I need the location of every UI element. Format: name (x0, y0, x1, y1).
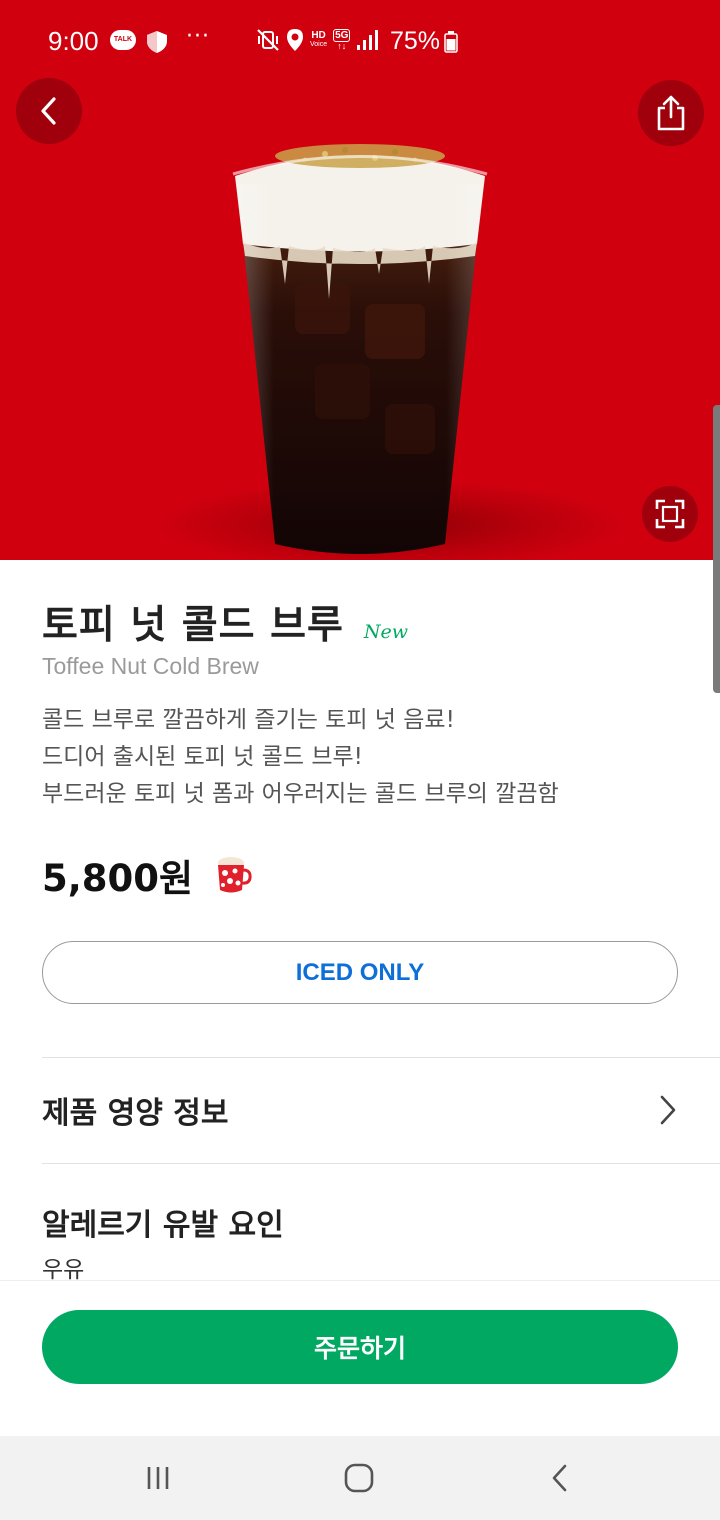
divider (42, 1163, 720, 1164)
back-nav-icon (552, 1464, 567, 1492)
battery-percent: 75% (390, 27, 441, 55)
allergy-info-label: 알레르기 유발 요인 (42, 1208, 284, 1243)
allergy-info-value: 우유 (42, 1257, 85, 1280)
battery-icon (444, 31, 458, 53)
nutrition-info-label: 제품 영양 정보 (42, 1096, 229, 1131)
5g-icon: 5G ↑↓ (333, 29, 351, 51)
location-icon (287, 29, 303, 51)
expand-image-button[interactable] (642, 486, 698, 542)
edge-panel-handle[interactable] (713, 405, 720, 693)
system-nav-bar (0, 1436, 720, 1520)
recent-apps-icon (147, 1467, 169, 1489)
product-price: 5,800원 (42, 857, 194, 900)
product-hero (0, 0, 720, 560)
holiday-mug-icon (218, 857, 252, 893)
home-icon (344, 1463, 374, 1493)
product-name: 토피 넛 콜드 브루 (42, 603, 344, 648)
status-time: 9:00 (48, 26, 99, 56)
back-nav-button[interactable] (520, 1436, 600, 1520)
description-line: 부드러운 토피 넛 폼과 어우러지는 콜드 브루의 깔끔함 (42, 781, 559, 807)
back-button[interactable] (16, 78, 82, 144)
product-description: 콜드 브루로 깔끔하게 즐기는 토피 넛 음료! 드디어 출시된 토피 넛 콜드… (42, 702, 559, 813)
description-line: 콜드 브루로 깔끔하게 즐기는 토피 넛 음료! (42, 707, 455, 733)
nutrition-info-row[interactable]: 제품 영양 정보 (42, 1058, 678, 1162)
status-icons: HD Voice 5G ↑↓ (256, 28, 379, 52)
recent-apps-button[interactable] (118, 1436, 198, 1520)
more-notifications-icon: ··· (186, 24, 210, 49)
price-row: 5,800원 (42, 848, 253, 902)
shield-icon (147, 31, 167, 53)
mute-vibrate-icon (257, 29, 279, 51)
share-icon (657, 95, 685, 131)
product-title-row: 토피 넛 콜드 브루 New (42, 594, 408, 650)
home-button[interactable] (319, 1436, 399, 1520)
order-bar: 주문하기 (0, 1280, 720, 1436)
cold-brew-glass-image (232, 144, 488, 554)
product-name-english: Toffee Nut Cold Brew (42, 653, 259, 679)
back-icon (41, 97, 56, 125)
chevron-right-icon (660, 1095, 676, 1125)
kakaotalk-icon: TALK (110, 30, 136, 50)
iced-only-option[interactable]: ICED ONLY (42, 941, 678, 1004)
expand-icon (655, 499, 685, 529)
status-bar: 9:00 TALK ··· HD Voice 5G ↑↓ 75% (0, 0, 720, 84)
new-badge: New (363, 621, 409, 643)
share-button[interactable] (638, 80, 704, 146)
order-button[interactable]: 주문하기 (42, 1310, 678, 1384)
hd-voice-icon: HD Voice (310, 30, 328, 49)
signal-icon (357, 30, 379, 50)
description-line: 드디어 출시된 토피 넛 콜드 브루! (42, 744, 363, 770)
